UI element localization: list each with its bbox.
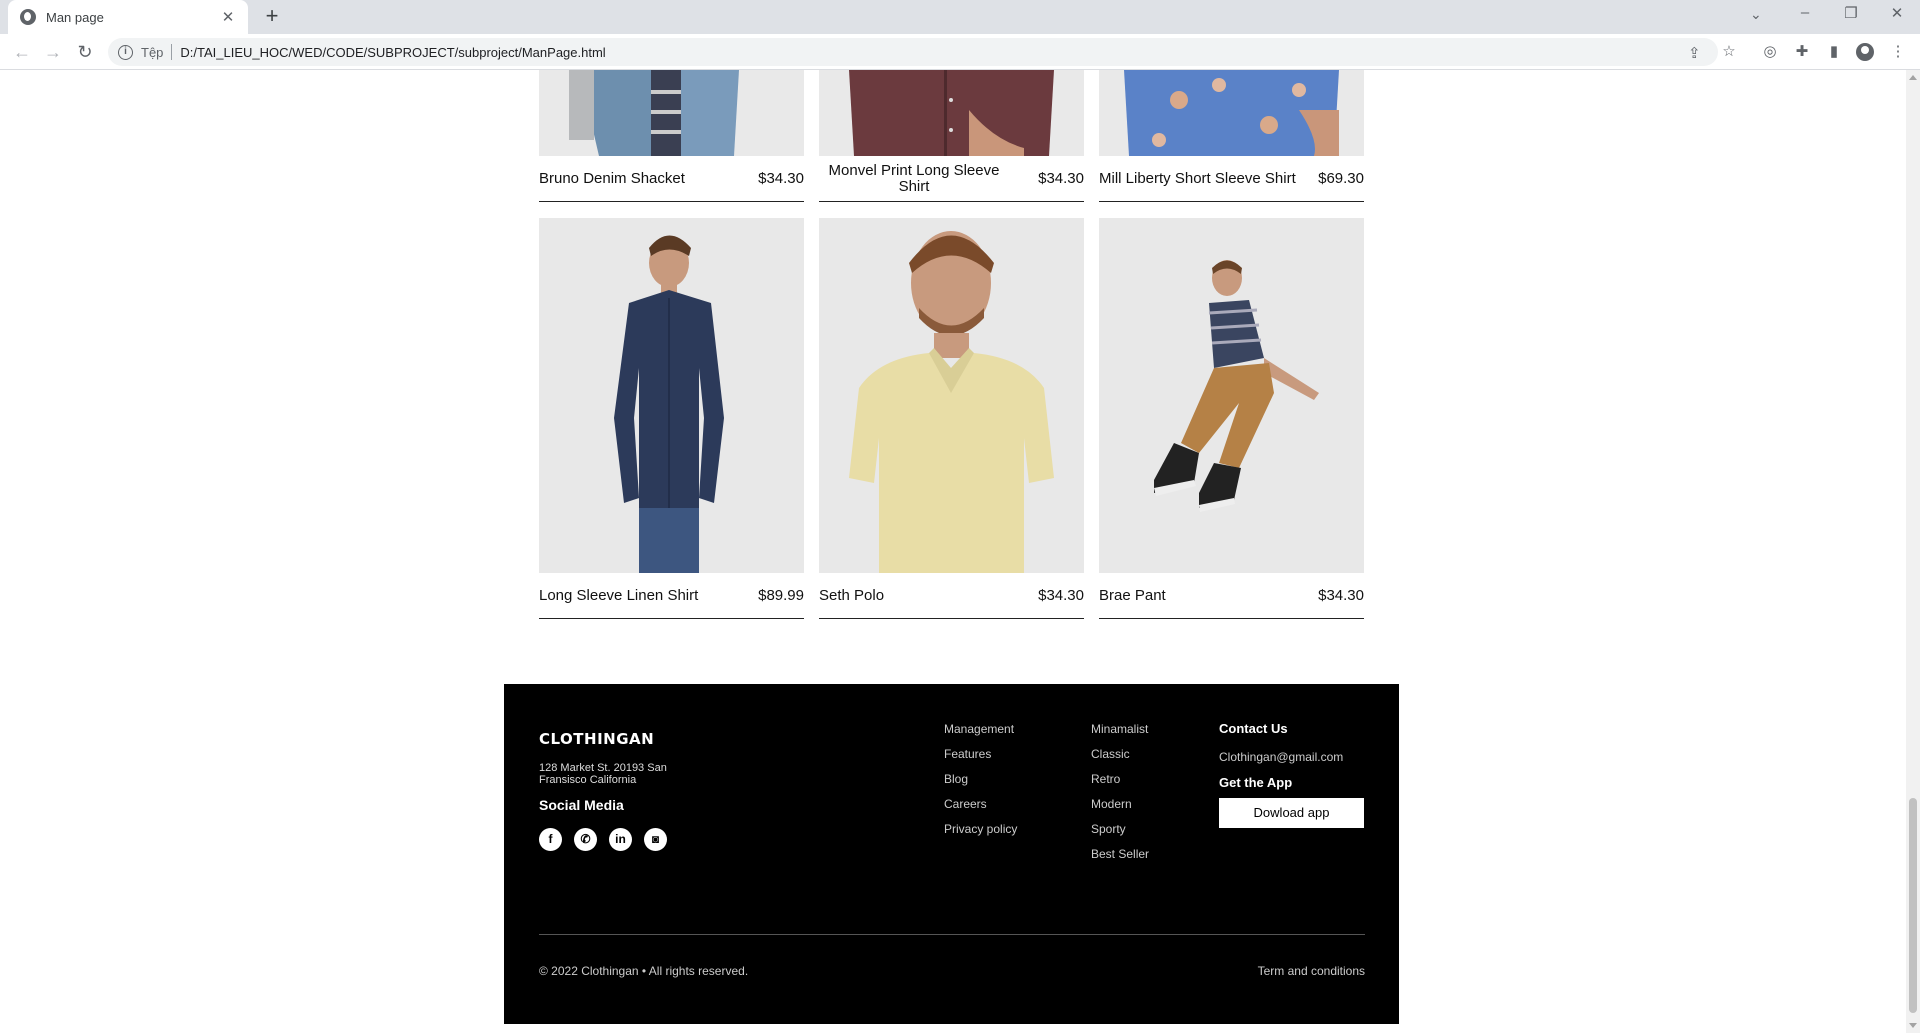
restore-icon[interactable]: ❐	[1836, 4, 1866, 22]
product-image[interactable]	[1099, 70, 1364, 156]
puzzle-extensions-icon[interactable]: ✚	[1792, 42, 1812, 62]
browser-tab[interactable]: Man page ✕	[8, 0, 248, 34]
product-card[interactable]: Long Sleeve Linen Shirt $89.99	[539, 218, 804, 619]
product-info: Monvel Print Long Sleeve Shirt $34.30	[819, 156, 1084, 202]
seth-polo-photo	[819, 218, 1084, 573]
terms-link[interactable]: Term and conditions	[1258, 964, 1365, 978]
omnibox-separator	[171, 44, 173, 60]
menu-dots-icon[interactable]: ⋮	[1888, 42, 1908, 62]
tab-search-chevron-icon[interactable]: ⌄	[1750, 6, 1762, 23]
product-name[interactable]: Mill Liberty Short Sleeve Shirt	[1099, 170, 1296, 187]
product-name[interactable]: Monvel Print Long Sleeve Shirt	[819, 162, 1009, 195]
reload-icon[interactable]: ↻	[73, 40, 97, 64]
footer-link[interactable]: Blog	[944, 770, 1017, 795]
denim-shacket-photo	[539, 70, 804, 156]
new-tab-button[interactable]: +	[260, 5, 284, 29]
footer-brand-logo[interactable]: CLOTHINGAN	[539, 730, 654, 748]
footer-link[interactable]: Minamalist	[1091, 720, 1149, 745]
footer-link[interactable]: Best Seller	[1091, 845, 1149, 870]
scheme-label: Tệp	[141, 44, 164, 60]
download-app-button[interactable]: Dowload app	[1219, 798, 1364, 828]
product-name[interactable]: Brae Pant	[1099, 587, 1166, 604]
url-text[interactable]: D:/TAI_LIEU_HOC/WED/CODE/SUBPROJECT/subp…	[180, 45, 605, 60]
product-info: Mill Liberty Short Sleeve Shirt $69.30	[1099, 156, 1364, 202]
footer-divider	[539, 934, 1365, 935]
browser-toolbar: ← → ↻ i Tệp D:/TAI_LIEU_HOC/WED/CODE/SUB…	[0, 34, 1920, 70]
social-icons: f ✆ in ◙	[539, 828, 667, 851]
contact-email[interactable]: Clothingan@gmail.com	[1219, 748, 1364, 774]
footer-links-company: Management Features Blog Careers Privacy…	[944, 720, 1017, 845]
page-scrollbar[interactable]	[1906, 70, 1920, 1033]
tab-strip: Man page ✕ + ⌄ – ❐ ✕	[0, 0, 1920, 34]
product-price: $34.30	[1318, 587, 1364, 604]
share-icon[interactable]: ⇪	[1688, 44, 1701, 62]
liberty-shirt-photo	[1099, 70, 1364, 156]
footer-link[interactable]: Sporty	[1091, 820, 1149, 845]
product-price: $89.99	[758, 587, 804, 604]
copyright-text: © 2022 Clothingan • All rights reserved.	[539, 964, 749, 978]
product-price: $34.30	[1038, 170, 1084, 187]
brae-pant-photo	[1099, 218, 1364, 573]
product-info: Brae Pant $34.30	[1099, 573, 1364, 619]
page-viewport: Bruno Denim Shacket $34.30 Monvel Print …	[0, 70, 1906, 1033]
print-shirt-photo	[819, 70, 1084, 156]
product-image[interactable]	[819, 70, 1084, 156]
product-price: $34.30	[1038, 587, 1084, 604]
scroll-thumb[interactable]	[1909, 798, 1917, 1013]
close-tab-icon[interactable]: ✕	[220, 8, 236, 26]
side-panel-icon[interactable]: ▮	[1824, 42, 1844, 62]
product-card[interactable]: Bruno Denim Shacket $34.30	[539, 70, 804, 202]
facebook-icon[interactable]: f	[539, 828, 562, 851]
product-card[interactable]: Mill Liberty Short Sleeve Shirt $69.30	[1099, 70, 1364, 202]
product-card[interactable]: Monvel Print Long Sleeve Shirt $34.30	[819, 70, 1084, 202]
compass-extension-icon[interactable]: ◎	[1760, 42, 1780, 62]
footer-link[interactable]: Modern	[1091, 795, 1149, 820]
profile-avatar-icon[interactable]	[1856, 43, 1874, 61]
footer-links-styles: Minamalist Classic Retro Modern Sporty B…	[1091, 720, 1149, 870]
bookmark-star-icon[interactable]: ☆	[1719, 42, 1739, 62]
minimize-icon[interactable]: –	[1790, 4, 1820, 21]
contact-heading: Contact Us	[1219, 721, 1288, 736]
product-card[interactable]: Seth Polo $34.30	[819, 218, 1084, 619]
get-app-heading: Get the App	[1219, 775, 1293, 790]
product-image[interactable]	[1099, 218, 1364, 573]
product-image[interactable]	[539, 218, 804, 573]
product-info: Long Sleeve Linen Shirt $89.99	[539, 573, 804, 619]
footer-link[interactable]: Features	[944, 745, 1017, 770]
product-price: $69.30	[1318, 170, 1364, 187]
social-media-heading: Social Media	[539, 797, 624, 813]
close-window-icon[interactable]: ✕	[1882, 4, 1912, 22]
product-name[interactable]: Bruno Denim Shacket	[539, 170, 685, 187]
footer-link[interactable]: Privacy policy	[944, 820, 1017, 845]
linen-shirt-photo	[539, 218, 804, 573]
site-footer: CLOTHINGAN 128 Market St. 20193 San Fran…	[504, 684, 1399, 1024]
whatsapp-icon[interactable]: ✆	[574, 828, 597, 851]
product-info: Bruno Denim Shacket $34.30	[539, 156, 804, 202]
globe-icon	[20, 9, 36, 25]
product-name[interactable]: Long Sleeve Linen Shirt	[539, 587, 698, 604]
product-image[interactable]	[819, 218, 1084, 573]
product-info: Seth Polo $34.30	[819, 573, 1084, 619]
forward-arrow-icon[interactable]: →	[41, 40, 65, 64]
scroll-down-arrow-icon[interactable]	[1909, 1023, 1917, 1028]
instagram-icon[interactable]: ◙	[644, 828, 667, 851]
product-price: $34.30	[758, 170, 804, 187]
back-arrow-icon[interactable]: ←	[10, 40, 34, 64]
tab-title: Man page	[46, 9, 104, 25]
footer-contact: Contact Us Clothingan@gmail.com Get the …	[1219, 720, 1364, 828]
linkedin-icon[interactable]: in	[609, 828, 632, 851]
scroll-up-arrow-icon[interactable]	[1909, 75, 1917, 80]
product-name[interactable]: Seth Polo	[819, 587, 884, 604]
address-bar[interactable]: i Tệp D:/TAI_LIEU_HOC/WED/CODE/SUBPROJEC…	[108, 38, 1718, 66]
product-card[interactable]: Brae Pant $34.30	[1099, 218, 1364, 619]
footer-address: 128 Market St. 20193 San Fransisco Calif…	[539, 762, 667, 786]
footer-link[interactable]: Classic	[1091, 745, 1149, 770]
info-icon[interactable]: i	[118, 44, 133, 60]
footer-link[interactable]: Careers	[944, 795, 1017, 820]
footer-link[interactable]: Retro	[1091, 770, 1149, 795]
product-image[interactable]	[539, 70, 804, 156]
footer-link[interactable]: Management	[944, 720, 1017, 745]
